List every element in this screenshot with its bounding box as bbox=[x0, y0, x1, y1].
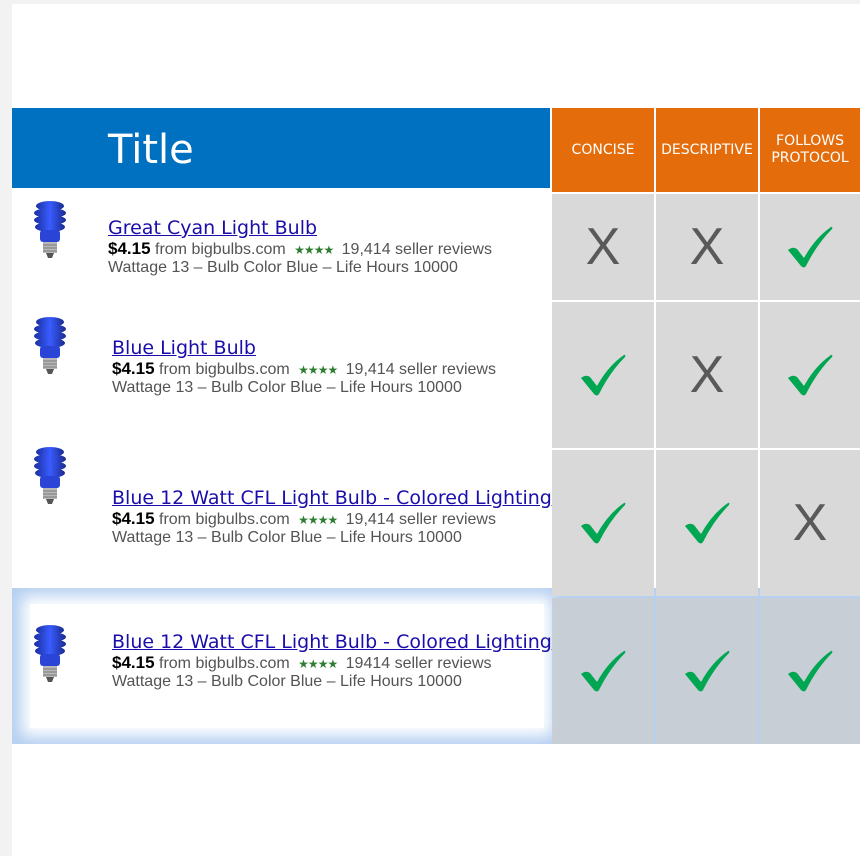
rating-cell: X bbox=[656, 302, 758, 448]
blue-cfl-bulb-icon bbox=[30, 200, 74, 267]
rating-cell bbox=[552, 450, 654, 596]
price: $4.15 bbox=[108, 239, 151, 258]
price-line: $4.15 from bigbulbs.com ★★★★ 19414 selle… bbox=[112, 654, 552, 673]
x-mark-icon: X bbox=[585, 218, 621, 276]
blue-cfl-bulb-icon bbox=[30, 624, 74, 691]
rating-cell bbox=[760, 302, 860, 448]
product-listing: Blue 12 Watt CFL Light Bulb - Colored Li… bbox=[112, 486, 567, 547]
seller-source: from bigbulbs.com bbox=[159, 511, 290, 528]
checkmark-icon bbox=[682, 500, 732, 546]
product-title-link[interactable]: Blue 12 Watt CFL Light Bulb - Colored Li… bbox=[112, 486, 567, 510]
checkmark-icon bbox=[578, 500, 628, 546]
column-header-follows-protocol: FOLLOWS PROTOCOL bbox=[760, 108, 860, 192]
seller-source: from bigbulbs.com bbox=[159, 361, 290, 378]
rating-cell bbox=[760, 598, 860, 744]
column-header-descriptive: DESCRIPTIVE bbox=[656, 108, 758, 192]
rating-cell bbox=[656, 450, 758, 596]
checkmark-icon bbox=[785, 352, 835, 398]
price-line: $4.15 from bigbulbs.com ★★★★ 19,414 sell… bbox=[112, 510, 552, 529]
checkmark-icon bbox=[785, 648, 835, 694]
product-title-link[interactable]: Great Cyan Light Bulb bbox=[108, 216, 548, 240]
page-title: Title bbox=[108, 127, 194, 173]
title-bar: Title bbox=[12, 108, 550, 188]
product-listing: Great Cyan Light Bulb $4.15 from bigbulb… bbox=[108, 216, 548, 277]
rating-cell: X bbox=[760, 450, 860, 596]
rating-stars-icon: ★★★★ bbox=[298, 657, 338, 671]
rating-stars-icon: ★★★★ bbox=[298, 513, 338, 527]
column-header-label: DESCRIPTIVE bbox=[661, 141, 753, 158]
product-title-link[interactable]: Blue Light Bulb bbox=[112, 336, 552, 360]
product-title-link[interactable]: Blue 12 Watt CFL Light Bulb - Colored Li… bbox=[112, 630, 552, 654]
seller-source: from bigbulbs.com bbox=[155, 241, 286, 258]
price: $4.15 bbox=[112, 359, 155, 378]
rating-cell: X bbox=[552, 194, 654, 300]
x-mark-icon: X bbox=[689, 346, 725, 404]
rating-stars-icon: ★★★★ bbox=[294, 243, 334, 257]
x-mark-icon: X bbox=[792, 494, 828, 552]
product-listing: Blue Light Bulb $4.15 from bigbulbs.com … bbox=[112, 336, 552, 397]
checkmark-icon bbox=[578, 352, 628, 398]
price: $4.15 bbox=[112, 509, 155, 528]
product-details: Wattage 13 – Bulb Color Blue – Life Hour… bbox=[108, 259, 458, 276]
blue-cfl-bulb-icon bbox=[30, 316, 74, 383]
seller-source: from bigbulbs.com bbox=[159, 655, 290, 672]
price: $4.15 bbox=[112, 653, 155, 672]
rating-cell bbox=[552, 598, 654, 744]
checkmark-icon bbox=[785, 224, 835, 270]
product-details: Wattage 13 – Bulb Color Blue – Life Hour… bbox=[112, 379, 462, 396]
seller-reviews[interactable]: 19,414 seller reviews bbox=[346, 361, 496, 378]
column-header-concise: CONCISE bbox=[552, 108, 654, 192]
seller-reviews[interactable]: 19,414 seller reviews bbox=[342, 241, 492, 258]
product-details: Wattage 13 – Bulb Color Blue – Life Hour… bbox=[112, 673, 462, 690]
rating-stars-icon: ★★★★ bbox=[298, 363, 338, 377]
checkmark-icon bbox=[682, 648, 732, 694]
column-header-label: FOLLOWS PROTOCOL bbox=[771, 133, 849, 166]
price-line: $4.15 from bigbulbs.com ★★★★ 19,414 sell… bbox=[108, 240, 548, 259]
blue-cfl-bulb-icon bbox=[30, 446, 74, 513]
x-mark-icon: X bbox=[689, 218, 725, 276]
rating-cell bbox=[656, 598, 758, 744]
rating-cell bbox=[760, 194, 860, 300]
seller-reviews[interactable]: 19,414 seller reviews bbox=[346, 511, 496, 528]
rating-cell: X bbox=[656, 194, 758, 300]
column-header-label: CONCISE bbox=[571, 141, 635, 158]
product-listing: Blue 12 Watt CFL Light Bulb - Colored Li… bbox=[112, 630, 552, 691]
rating-cell bbox=[552, 302, 654, 448]
seller-reviews[interactable]: 19414 seller reviews bbox=[346, 655, 492, 672]
price-line: $4.15 from bigbulbs.com ★★★★ 19,414 sell… bbox=[112, 360, 552, 379]
product-details: Wattage 13 – Bulb Color Blue – Life Hour… bbox=[112, 529, 462, 546]
checkmark-icon bbox=[578, 648, 628, 694]
